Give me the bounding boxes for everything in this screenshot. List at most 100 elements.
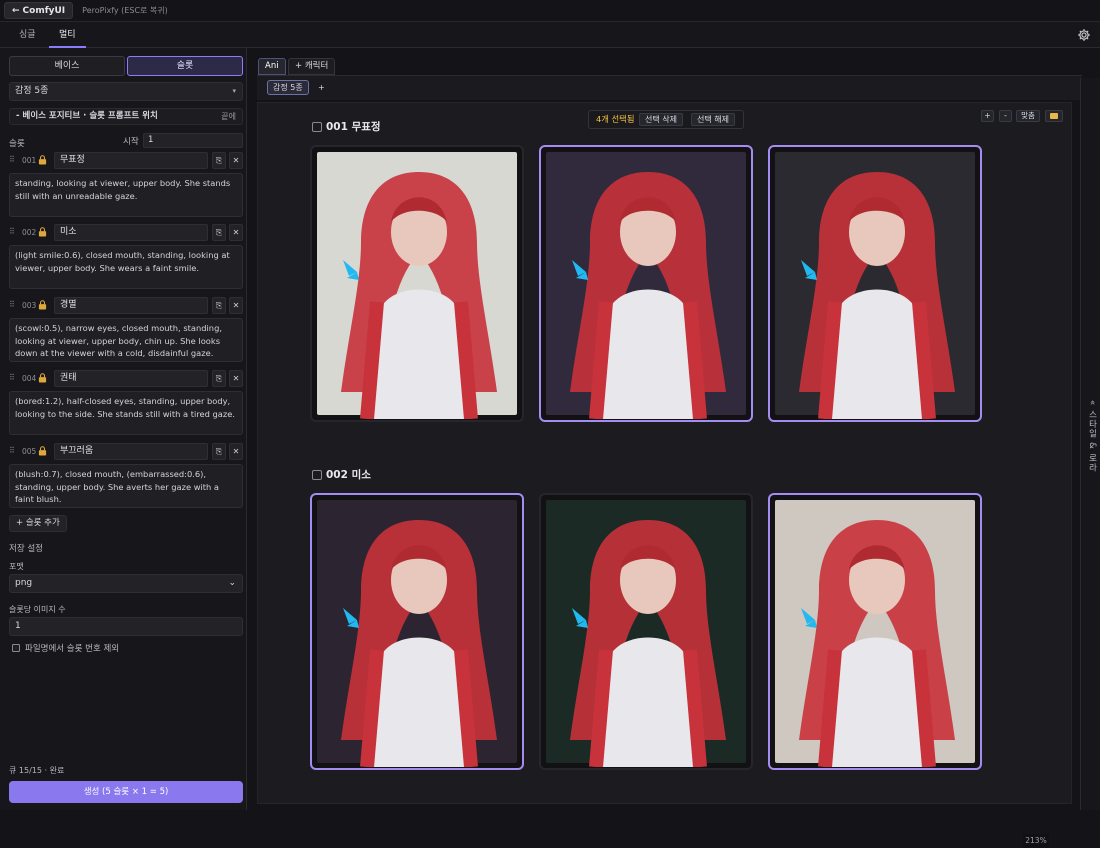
group-toggle-icon[interactable] xyxy=(312,469,322,480)
preset-sub-tab-bar: 감정 5종 + xyxy=(257,75,1082,100)
slot-name-input[interactable]: 권태 xyxy=(54,370,208,387)
slot-name-input[interactable]: 부끄러움 xyxy=(54,443,208,460)
selection-toolbar: 4개 선택됨 선택 삭제 선택 해제 xyxy=(588,110,744,129)
drag-handle-icon[interactable]: ⠿ xyxy=(9,227,15,236)
chevron-down-icon: ⌄ xyxy=(228,578,236,588)
clipboard-icon: ⎘ xyxy=(215,447,223,456)
drag-handle-icon[interactable]: ⠿ xyxy=(9,155,15,164)
settings-gear-icon[interactable] xyxy=(1077,28,1091,42)
segment-slot-button[interactable]: 슬롯 xyxy=(127,56,243,76)
start-label: 시작 xyxy=(123,137,139,147)
slot-name-input[interactable]: 경멸 xyxy=(54,297,208,314)
delete-slot-button[interactable]: ✕ xyxy=(229,152,243,169)
group-toggle-icon[interactable] xyxy=(312,121,322,132)
copy-slot-button[interactable]: ⎘ xyxy=(212,224,226,241)
tab-single[interactable]: 싱글 xyxy=(19,22,36,48)
format-select[interactable]: png ⌄ xyxy=(9,574,243,593)
add-character-tab[interactable]: + 캐릭터 xyxy=(288,58,336,75)
slot-name-input[interactable]: 무표정 xyxy=(54,152,208,169)
generated-image xyxy=(546,500,746,767)
per-slot-label: 슬롯당 이미지 수 xyxy=(9,605,66,614)
group-header-001: 001 무표정 xyxy=(312,119,381,134)
copy-slot-button[interactable]: ⎘ xyxy=(212,370,226,387)
add-slot-button[interactable]: + 슬롯 추가 xyxy=(9,515,67,532)
slot-prompt-textarea[interactable]: (blush:0.7), closed mouth, (embarrassed:… xyxy=(9,464,243,508)
start-number-input[interactable]: 1 xyxy=(143,133,243,148)
format-select-value: png xyxy=(15,578,33,588)
folder-icon xyxy=(1050,113,1058,119)
clipboard-icon: ⎘ xyxy=(215,374,223,383)
image-card[interactable] xyxy=(539,493,753,770)
delete-slot-button[interactable]: ✕ xyxy=(229,224,243,241)
lock-icon[interactable] xyxy=(38,227,47,237)
image-card[interactable] xyxy=(310,145,524,422)
slot-prompt-textarea[interactable]: standing, looking at viewer, upper body.… xyxy=(9,173,243,217)
zoom-level: 213% xyxy=(1023,834,1049,848)
image-card[interactable] xyxy=(768,493,982,770)
format-label: 포맷 xyxy=(9,562,24,571)
generated-image xyxy=(775,152,975,419)
position-value[interactable]: 끝에 xyxy=(221,109,236,124)
lock-icon[interactable] xyxy=(38,155,47,165)
delete-slot-button[interactable]: ✕ xyxy=(229,443,243,460)
image-card[interactable] xyxy=(768,145,982,422)
add-subtab-button[interactable]: + xyxy=(312,80,331,95)
drag-handle-icon[interactable]: ⠿ xyxy=(9,300,15,309)
back-arrow-icon: ← xyxy=(12,5,20,16)
slot-number: 005 xyxy=(22,447,37,456)
close-icon: ✕ xyxy=(232,228,240,237)
delete-selected-button[interactable]: 선택 삭제 xyxy=(639,113,683,126)
slot-heading: 슬롯 xyxy=(9,139,25,149)
slot-name-input[interactable]: 미소 xyxy=(54,224,208,241)
side-panel-label: « 스타일 & 로라 xyxy=(1087,400,1097,473)
slot-prompt-textarea[interactable]: (bored:1.2), half-closed eyes, standing,… xyxy=(9,391,243,435)
image-card[interactable] xyxy=(539,145,753,422)
image-card[interactable] xyxy=(310,493,524,770)
close-icon: ✕ xyxy=(232,447,240,456)
image-canvas[interactable]: 4개 선택됨 선택 삭제 선택 해제 + - 맞춤 001 무표정 002 미소… xyxy=(257,102,1072,848)
tab-multi[interactable]: 멀티 xyxy=(49,22,86,48)
mode-tab-bar: 싱글 멀티 xyxy=(0,22,1100,48)
generate-button[interactable]: 생성 (5 슬롯 × 1 = 5) xyxy=(9,781,243,803)
gallery-area: Ani + 캐릭터 감정 5종 + 4개 선택됨 선택 삭제 선택 해제 + -… xyxy=(247,48,1100,848)
group-title: 001 무표정 xyxy=(326,121,381,133)
section-title: 베이스 포지티브 · 슬롯 프롬프트 위치 xyxy=(22,111,158,121)
delete-slot-button[interactable]: ✕ xyxy=(229,297,243,314)
copy-slot-button[interactable]: ⎘ xyxy=(212,152,226,169)
exclude-slot-number-checkbox[interactable] xyxy=(12,644,20,652)
slot-header: ⠿ 002 미소 ⎘ ✕ xyxy=(9,224,243,241)
generated-image xyxy=(317,500,517,767)
slot-prompt-textarea[interactable]: (scowl:0.5), narrow eyes, closed mouth, … xyxy=(9,318,243,362)
slot-number: 002 xyxy=(22,228,37,237)
slot-prompt-textarea[interactable]: (light smile:0.6), closed mouth, standin… xyxy=(9,245,243,289)
group-header-002: 002 미소 xyxy=(312,467,371,482)
fit-button[interactable]: 맞춤 xyxy=(1016,110,1040,122)
generated-image xyxy=(775,500,975,767)
copy-slot-button[interactable]: ⎘ xyxy=(212,443,226,460)
drag-handle-icon[interactable]: ⠿ xyxy=(9,446,15,455)
lock-icon[interactable] xyxy=(38,373,47,383)
zoom-in-button[interactable]: + xyxy=(981,110,994,122)
segment-base-button[interactable]: 베이스 xyxy=(9,56,125,76)
clipboard-icon: ⎘ xyxy=(215,156,223,165)
preset-select[interactable]: 감정 5종 ▾ xyxy=(9,82,243,101)
slot-header: ⠿ 005 부끄러움 ⎘ ✕ xyxy=(9,443,243,460)
queue-status: 큐 15/15 · 완료 xyxy=(9,766,65,775)
prompt-position-section[interactable]: - 베이스 포지티브 · 슬롯 프롬프트 위치 끝에 xyxy=(9,108,243,125)
chevron-down-icon: ▾ xyxy=(232,87,236,95)
drag-handle-icon[interactable]: ⠿ xyxy=(9,373,15,382)
lock-icon[interactable] xyxy=(38,446,47,456)
clear-selection-button[interactable]: 선택 해제 xyxy=(691,113,735,126)
save-settings-heading: 저장 설정 xyxy=(9,544,43,554)
subtab-preset[interactable]: 감정 5종 xyxy=(267,80,309,95)
copy-slot-button[interactable]: ⎘ xyxy=(212,297,226,314)
zoom-out-button[interactable]: - xyxy=(999,110,1012,122)
folder-button[interactable] xyxy=(1045,110,1063,122)
style-lora-side-panel[interactable]: « 스타일 & 로라 xyxy=(1080,78,1100,810)
images-per-slot-input[interactable]: 1 xyxy=(9,617,243,636)
selected-count: 4개 선택됨 xyxy=(596,114,635,124)
delete-slot-button[interactable]: ✕ xyxy=(229,370,243,387)
back-to-comfyui-button[interactable]: ← ComfyUI xyxy=(4,2,74,19)
lock-icon[interactable] xyxy=(38,300,47,310)
tab-character-ani[interactable]: Ani xyxy=(258,58,286,75)
